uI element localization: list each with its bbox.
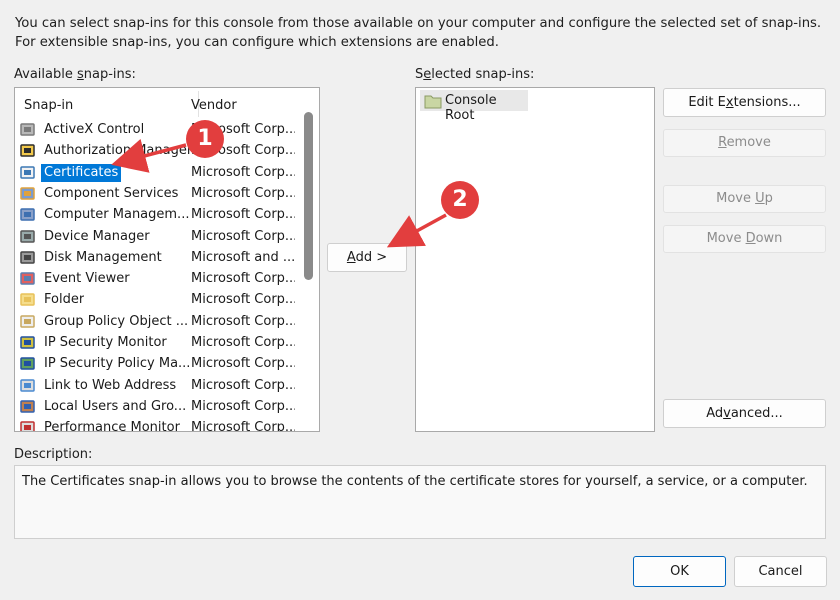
scrollbar-thumb[interactable] (304, 112, 313, 280)
snapin-name: Event Viewer (44, 271, 130, 287)
snapin-row[interactable]: Group Policy Object ... Microsoft Corp... (15, 312, 297, 333)
console-root-item[interactable]: Console Root (420, 90, 528, 123)
certificates-icon (20, 165, 35, 179)
link-web-icon (20, 378, 35, 392)
snapin-vendor: Microsoft Corp... (191, 164, 295, 180)
snapin-vendor: Microsoft Corp... (191, 335, 295, 350)
snapin-vendor: Microsoft Corp... (191, 185, 295, 201)
snapin-vendor: Microsoft Corp... (191, 207, 295, 223)
snapin-name: Local Users and Gro... (44, 398, 187, 414)
remove-button[interactable]: Remove (663, 129, 826, 157)
snapin-vendor: Microsoft Corp... (191, 313, 295, 329)
activex-icon (20, 123, 35, 136)
console-root-label: Console Root (445, 93, 497, 123)
snapin-row[interactable]: ActiveX Control Microsoft Corp... (15, 120, 297, 141)
snapin-row[interactable]: Computer Managem... Microsoft Corp... (15, 205, 297, 226)
snapin-vendor: Microsoft Corp... (191, 292, 295, 308)
intro-text: You can select snap-ins for this console… (15, 16, 822, 50)
snapin-row[interactable]: Folder Microsoft Corp... (15, 290, 297, 311)
available-snapins-label: Available snap-ins: (14, 67, 136, 82)
description-label: Description: (14, 447, 93, 462)
snapin-row[interactable]: Authorization Manager Microsoft Corp... (15, 141, 297, 162)
list-header: Snap-in Vendor (15, 88, 297, 122)
snapin-name: Group Policy Object ... (44, 313, 189, 329)
snapin-vendor: Microsoft Corp... (191, 228, 295, 244)
callout-2-badge: 2 (441, 181, 479, 219)
folder-icon (424, 95, 442, 109)
snapin-vendor: Microsoft Corp... (191, 356, 295, 372)
snapin-name: IP Security Policy Ma... (44, 356, 191, 372)
snapin-name: Authorization Manager (44, 143, 193, 159)
description-box: The Certificates snap-in allows you to b… (14, 465, 826, 539)
cancel-button[interactable]: Cancel (734, 556, 827, 587)
available-snapins-list[interactable]: Snap-in Vendor ActiveX Control Microsoft … (14, 87, 320, 432)
component-services-icon (20, 187, 35, 200)
snapin-row[interactable]: Certificates Microsoft Corp... (15, 163, 297, 184)
snapin-name: Computer Managem... (44, 207, 190, 223)
snapin-row[interactable]: Event Viewer Microsoft Corp... (15, 269, 297, 290)
advanced-button[interactable]: Advanced... (663, 399, 826, 428)
ip-security-monitor-icon (20, 336, 35, 349)
snapin-row[interactable]: Performance Monitor Microsoft Corp... (15, 418, 297, 432)
snapin-name: Disk Management (44, 249, 162, 265)
group-policy-icon (20, 314, 35, 328)
authorization-manager-icon (20, 144, 35, 158)
snapin-name: Device Manager (44, 228, 150, 244)
selected-snapins-list[interactable]: Console Root (415, 87, 655, 432)
snapin-name: ActiveX Control (44, 122, 145, 137)
local-users-icon (20, 400, 35, 413)
snapin-row[interactable]: Link to Web Address Microsoft Corp... (15, 376, 297, 397)
snapin-vendor: Microsoft Corp... (191, 377, 295, 393)
snapin-row[interactable]: Local Users and Gro... Microsoft Corp... (15, 397, 297, 418)
column-header-vendor[interactable]: Vendor (191, 98, 237, 113)
snapin-name: Certificates (41, 163, 122, 182)
edit-extensions-button[interactable]: Edit Extensions... (663, 88, 826, 117)
move-up-button[interactable]: Move Up (663, 185, 826, 213)
snapin-name: Link to Web Address (44, 377, 177, 393)
snapin-row[interactable]: IP Security Monitor Microsoft Corp... (15, 333, 297, 354)
snapin-name: Performance Monitor (44, 420, 180, 432)
snapin-vendor: Microsoft Corp... (191, 271, 295, 287)
device-manager-icon (20, 229, 35, 243)
disk-management-icon (20, 251, 35, 264)
snapin-name: IP Security Monitor (44, 335, 167, 350)
ok-button[interactable]: OK (633, 556, 726, 587)
snapin-vendor: Microsoft Corp... (191, 420, 295, 432)
computer-management-icon (20, 208, 35, 221)
snapin-row[interactable]: Disk Management Microsoft and ... (15, 248, 297, 269)
snapin-row[interactable]: Device Manager Microsoft Corp... (15, 227, 297, 248)
performance-monitor-icon (20, 421, 35, 431)
column-header-snapin[interactable]: Snap-in (24, 98, 73, 113)
vertical-scrollbar[interactable] (297, 88, 319, 431)
callout-1-badge: 1 (186, 120, 224, 158)
snapin-vendor: Microsoft Corp... (191, 398, 295, 414)
move-down-button[interactable]: Move Down (663, 225, 826, 253)
folder-icon (20, 293, 35, 307)
add-button[interactable]: Add > (327, 243, 407, 272)
ip-security-policy-icon (20, 357, 35, 371)
snapin-row[interactable]: Component Services Microsoft Corp... (15, 184, 297, 205)
snapin-name: Component Services (44, 185, 179, 201)
snapin-name: Folder (44, 292, 85, 308)
snapin-row[interactable]: IP Security Policy Ma... Microsoft Corp..… (15, 354, 297, 375)
event-viewer-icon (20, 272, 35, 285)
description-text: The Certificates snap-in allows you to b… (22, 474, 808, 489)
snapin-vendor: Microsoft and ... (191, 249, 295, 265)
selected-snapins-label: Selected snap-ins: (415, 67, 535, 82)
